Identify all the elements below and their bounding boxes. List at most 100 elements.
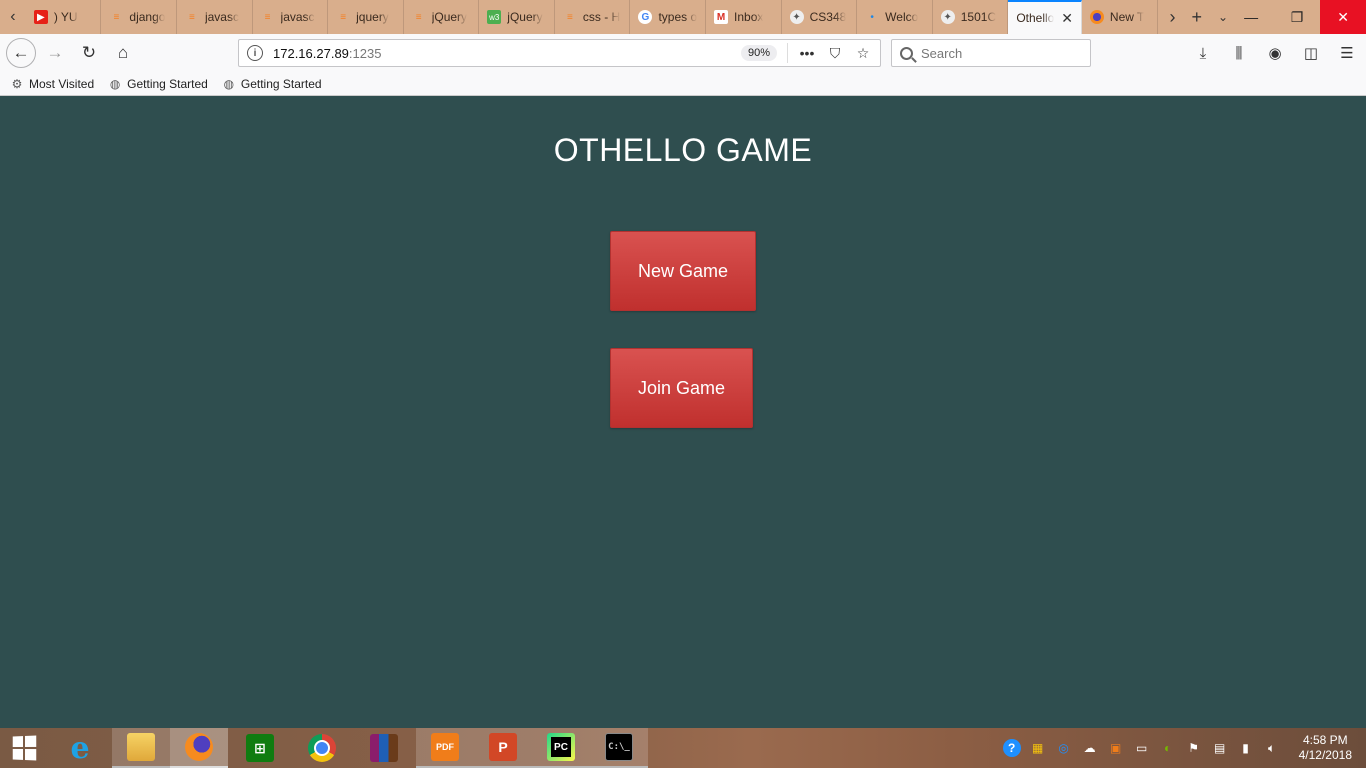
address-bar[interactable]: i 172.16.27.89:1235 90% ••• ⛉ ☆ [238, 39, 881, 67]
tab-cs348[interactable]: ✦ CS348 [782, 0, 858, 34]
new-tab-icon[interactable]: + [1192, 7, 1203, 28]
menu-icon[interactable]: ☰ [1336, 42, 1358, 64]
tab-othello[interactable]: Othello ✕ [1008, 0, 1082, 34]
taskbar-chrome[interactable] [292, 728, 352, 768]
back-arrow-icon[interactable]: ← [6, 38, 36, 68]
bookmark-label: Getting Started [240, 76, 322, 91]
tab-label: Welco [885, 10, 919, 24]
pocket-icon[interactable]: ⛉ [826, 45, 844, 62]
home-icon[interactable]: ⌂ [108, 38, 138, 68]
tab-label: Othello [1016, 11, 1055, 25]
search-bar[interactable] [891, 39, 1091, 67]
reload-icon[interactable]: ↻ [74, 38, 104, 68]
minimize-icon[interactable]: — [1228, 0, 1274, 34]
tab-css[interactable]: ≡ css - H [555, 0, 631, 34]
taskbar-pdf-reader[interactable]: PDF [416, 728, 474, 768]
navigation-toolbar: ← → ↻ ⌂ i 172.16.27.89:1235 90% ••• ⛉ ☆ … [0, 34, 1366, 72]
youtube-icon: ▶ [33, 10, 48, 24]
tab-welcome[interactable]: • Welco [857, 0, 933, 34]
gear-icon: ⚙ [11, 76, 23, 91]
battery-icon[interactable]: ▮ [1237, 739, 1255, 757]
forward-arrow-icon[interactable]: → [40, 38, 70, 68]
restore-icon[interactable]: ❐ [1274, 0, 1320, 34]
tab-jquery-2[interactable]: ≡ jQuery [404, 0, 480, 34]
taskbar-firefox[interactable] [170, 728, 228, 768]
tab-inbox[interactable]: M Inbox [706, 0, 782, 34]
bookmark-star-icon[interactable]: ☆ [854, 45, 872, 62]
internet-explorer-icon: e [70, 730, 90, 766]
tab-django[interactable]: ≡ django [101, 0, 177, 34]
tab-1501c[interactable]: ✦ 1501C [933, 0, 1009, 34]
sync-icon[interactable]: ◎ [1055, 739, 1073, 757]
taskbar-store[interactable]: ⊞ [228, 728, 292, 768]
url-host: 172.16.27.89 [273, 45, 349, 61]
clock-time: 4:58 PM [1302, 733, 1348, 747]
new-game-button[interactable]: New Game [610, 231, 756, 311]
taskbar-clock[interactable]: 4:58 PM 4/12/2018 [1299, 733, 1352, 763]
tab-label: CS348 [809, 10, 847, 24]
window-close-icon[interactable]: ✕ [1320, 0, 1366, 34]
tab-google[interactable]: G types o [630, 0, 707, 34]
taskbar-winrar[interactable] [352, 728, 416, 768]
tab-label: jquery [356, 10, 389, 24]
stackoverflow-icon: ≡ [340, 11, 347, 23]
chrome-icon [308, 734, 336, 762]
flag-icon[interactable]: ⚑ [1185, 739, 1203, 757]
onedrive-cloud-icon[interactable]: ☁ [1081, 739, 1099, 757]
divider [787, 43, 788, 63]
downloads-icon[interactable]: ⤓ [1192, 42, 1214, 64]
tab-scroll-right-icon[interactable]: › [1170, 7, 1176, 28]
help-icon[interactable]: ? [1002, 739, 1021, 757]
bookmark-most-visited[interactable]: ⚙ Most Visited [10, 76, 95, 91]
close-tab-icon[interactable]: ✕ [1061, 10, 1073, 27]
tray-app-icon[interactable]: ▣ [1107, 739, 1125, 757]
tab-strip: ‹ ▶ ) YU ≡ django ≡ javasc ≡ javasc ≡ jq… [0, 0, 1366, 34]
tab-jquery-1[interactable]: ≡ jquery [328, 0, 404, 34]
tab-new[interactable]: New T [1082, 0, 1158, 34]
taskbar-internet-explorer[interactable]: e [48, 728, 112, 768]
tab-youtube[interactable]: ▶ ) YU [26, 0, 102, 34]
tab-jquery-3[interactable]: w3 jQuery [479, 0, 555, 34]
sidebar-icon[interactable]: ◫ [1300, 42, 1322, 64]
extension-icon[interactable]: ◉ [1264, 42, 1286, 64]
taskbar-command-prompt[interactable]: C:\_ [590, 728, 648, 768]
site-info-icon[interactable]: i [247, 45, 263, 61]
volume-icon[interactable]: 🔈︎ [1263, 739, 1281, 757]
page-content: OTHELLO GAME New Game Join Game [0, 97, 1366, 728]
store-icon: ⊞ [246, 734, 274, 762]
library-icon[interactable]: ⫼ [1228, 42, 1250, 64]
firefox-icon [1089, 10, 1104, 24]
pycharm-icon: PC [547, 733, 575, 761]
display-icon[interactable]: ▤ [1211, 739, 1229, 757]
bookmark-label: Getting Started [127, 76, 208, 91]
clock-date: 4/12/2018 [1298, 748, 1352, 762]
taskbar-powerpoint[interactable]: P [474, 728, 532, 768]
page-title: OTHELLO GAME [553, 132, 813, 168]
app-tray-icon[interactable]: ▦ [1029, 739, 1047, 757]
nvidia-icon[interactable]: ◐ [1159, 739, 1177, 757]
search-input[interactable] [921, 45, 1071, 61]
network-adapter-icon[interactable]: ▭ [1133, 739, 1151, 757]
tab-scroll-left-icon[interactable]: ‹ [0, 0, 26, 34]
taskbar-pycharm[interactable]: PC [532, 728, 590, 768]
tab-label: javasc [280, 10, 315, 24]
tab-javascript-1[interactable]: ≡ javasc [177, 0, 253, 34]
bookmark-getting-started[interactable]: ◍ Getting Started [108, 77, 208, 91]
course-icon: ✦ [789, 10, 804, 24]
url-text[interactable]: 172.16.27.89:1235 [273, 46, 731, 61]
bookmark-getting-started-2[interactable]: ◍ Getting Started [222, 77, 322, 91]
tab-label: css - H [582, 10, 621, 24]
start-button[interactable] [0, 728, 48, 768]
tab-list-chevron-down-icon[interactable]: ⌄ [1218, 10, 1228, 24]
join-game-button[interactable]: Join Game [610, 348, 753, 428]
taskbar: e ⊞ PDF P PC C:\_ ? ▦ ◎ ☁ ▣ ▭ ◐ ⚑ ▤ ▮ 🔈︎… [0, 728, 1366, 768]
stackoverflow-icon: ≡ [566, 11, 573, 23]
taskbar-file-explorer[interactable] [112, 728, 170, 768]
zoom-level-badge[interactable]: 90% [740, 45, 777, 61]
page-actions-icon[interactable]: ••• [798, 45, 816, 61]
terminal-icon: C:\_ [605, 733, 633, 761]
tab-label: ) YU [53, 10, 78, 24]
tab-label: 1501C [960, 10, 997, 24]
tab-javascript-2[interactable]: ≡ javasc [253, 0, 329, 34]
bookmarks-toolbar: ⚙ Most Visited ◍ Getting Started ◍ Getti… [0, 72, 1366, 96]
